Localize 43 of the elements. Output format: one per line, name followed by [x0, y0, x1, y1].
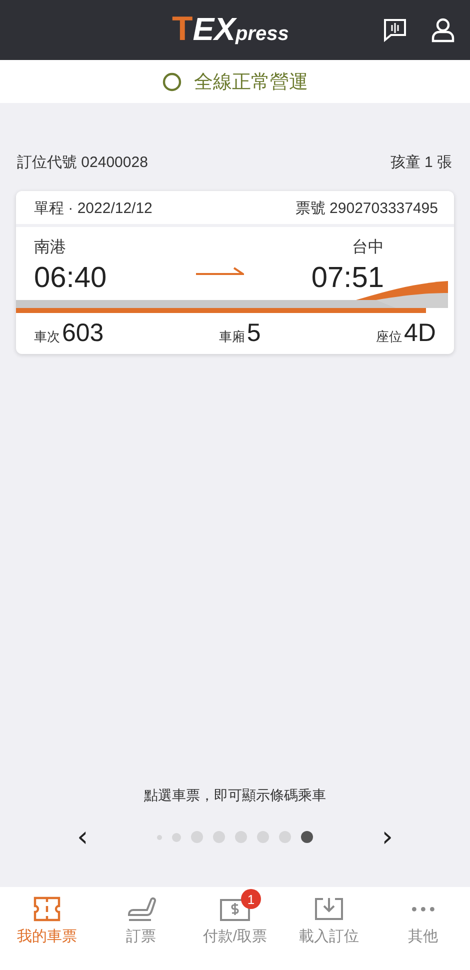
booking-code: 訂位代號 02400028: [17, 153, 148, 172]
hint-text: 點選車票，即可顯示條碼乘車: [144, 787, 326, 805]
chat-icon: [382, 17, 408, 43]
notification-badge: 1: [241, 889, 261, 909]
ticket-count: 孩童 1 張: [390, 153, 452, 172]
page-dot[interactable]: [213, 831, 225, 843]
previous-button[interactable]: ‹: [75, 825, 90, 849]
seat-icon: [125, 895, 157, 923]
more-icon: [412, 906, 434, 912]
page-dot[interactable]: [257, 831, 269, 843]
logo: TEXpress: [172, 10, 289, 49]
arrival-time: 07:51: [310, 262, 384, 295]
detail-label: 座位: [376, 328, 402, 346]
tab[interactable]: 1 付款/取票: [188, 887, 282, 970]
tab[interactable]: 訂票: [94, 887, 188, 970]
station-name: 南港: [34, 238, 67, 258]
page-dot[interactable]: [235, 831, 247, 843]
circle-icon: [162, 72, 182, 92]
download-icon: [313, 895, 345, 923]
trip-date: 單程 · 2022/12/12: [34, 199, 152, 218]
detail-value: 4D: [404, 319, 436, 348]
page-dot[interactable]: [301, 831, 313, 843]
page-dot[interactable]: [172, 832, 181, 842]
chat-button[interactable]: [382, 17, 408, 43]
ticket-icon: [31, 895, 63, 923]
person-icon: [430, 17, 456, 43]
status-text: 全線正常營運: [194, 70, 308, 94]
account-button[interactable]: [430, 17, 456, 43]
next-button[interactable]: ›: [380, 825, 395, 849]
detail-label: 車次: [34, 328, 60, 346]
detail-value: 5: [246, 319, 261, 348]
departure-time: 06:40: [34, 262, 108, 295]
tab[interactable]: 其他: [376, 887, 470, 970]
ticket-number: 票號 2902703337495: [295, 199, 438, 218]
detail-label: 車廂: [218, 328, 245, 346]
tab[interactable]: 我的車票: [0, 887, 94, 970]
page-dot[interactable]: [191, 831, 203, 843]
page-dot[interactable]: [279, 831, 291, 843]
page-dot[interactable]: [157, 834, 162, 840]
station-name: 台中: [351, 238, 384, 258]
ticket-card[interactable]: 單程 · 2022/12/12 票號 2902703337495 南港 06:40 台中 07:51 車次 603 車廂 5 座位 4D: [16, 191, 454, 354]
detail-value: 603: [62, 319, 104, 348]
tab[interactable]: 載入訂位: [282, 887, 376, 970]
